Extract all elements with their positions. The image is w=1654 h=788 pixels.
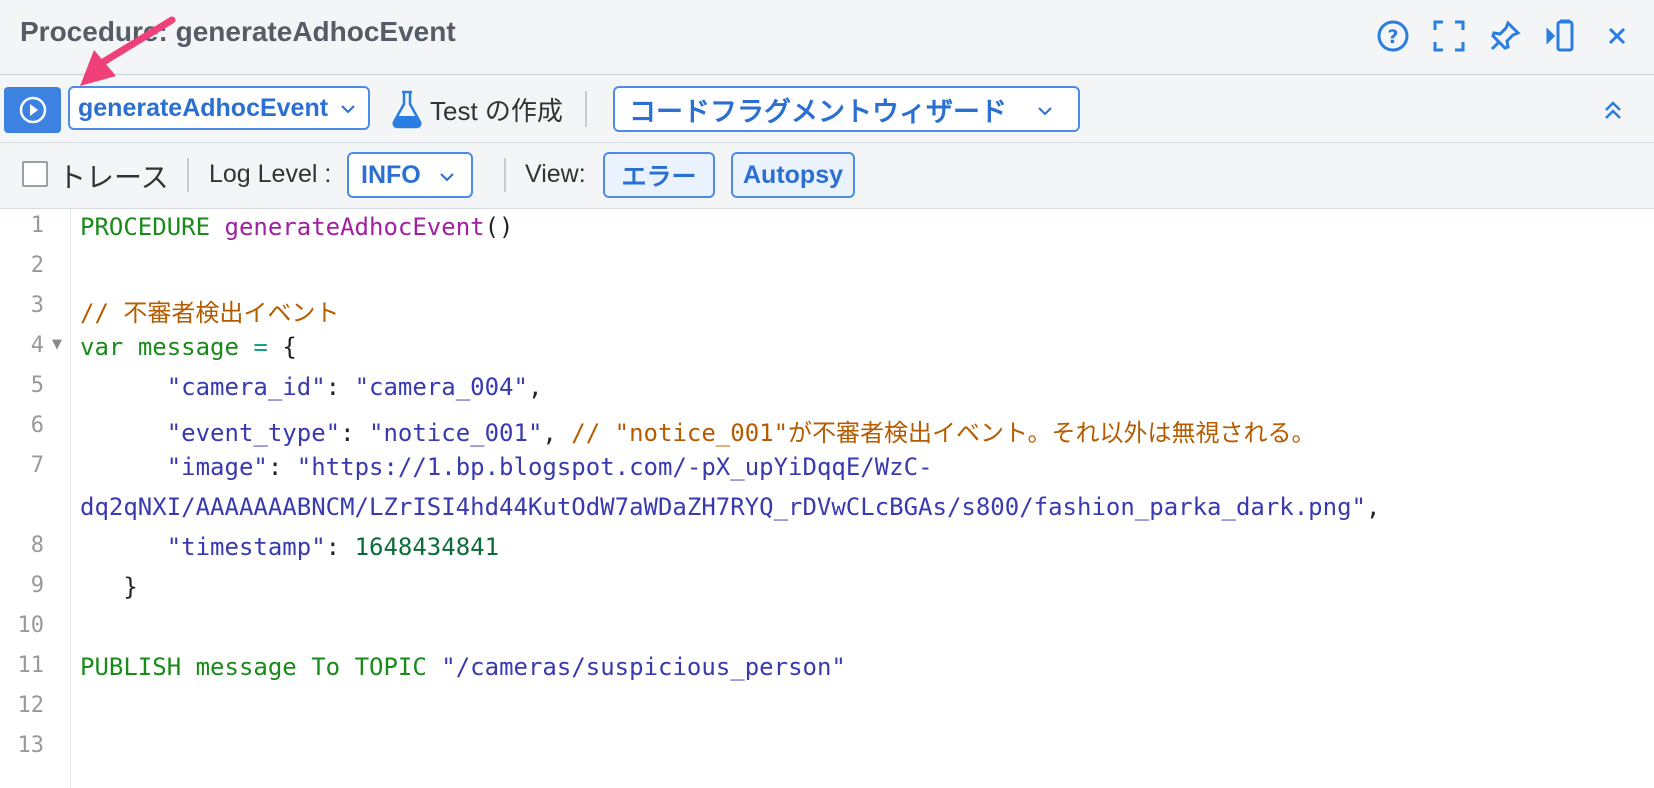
line-number: 2 bbox=[30, 253, 44, 278]
view-label: View: bbox=[525, 160, 586, 188]
code-line: PUBLISH message To TOPIC "/cameras/suspi… bbox=[80, 653, 846, 681]
line-number: 8 bbox=[30, 533, 44, 558]
line-number: 1 bbox=[30, 213, 44, 238]
code-token: "camera_004" bbox=[354, 373, 528, 401]
code-token: PROCEDURE bbox=[80, 213, 211, 241]
log-level-label: Log Level : bbox=[209, 160, 332, 188]
chevron-down-icon bbox=[341, 105, 355, 114]
line-number: 4 bbox=[30, 333, 44, 358]
code-token: "event_type" bbox=[166, 419, 341, 447]
line-number: 7 bbox=[30, 453, 44, 478]
chevron-down-icon bbox=[1038, 107, 1052, 116]
code-token: "image" bbox=[166, 453, 268, 481]
code-token: To bbox=[311, 653, 341, 681]
line-number: 6 bbox=[30, 413, 44, 438]
divider bbox=[585, 91, 587, 127]
svg-text:?: ? bbox=[1387, 26, 1398, 48]
code-token: () bbox=[484, 213, 514, 241]
line-number-gutter: 1 2 3 4 ▼ 5 6 7 8 9 10 11 12 13 bbox=[0, 209, 71, 788]
line-number: 11 bbox=[17, 653, 45, 678]
options-toolbar: トレース Log Level : INFO View: エラー Autopsy bbox=[0, 143, 1654, 209]
code-token: "timestamp" bbox=[166, 533, 326, 561]
line-number: 10 bbox=[17, 613, 45, 638]
code-comment: // "notice_001"が不審者検出イベント。それ以外は無視される。 bbox=[571, 419, 1316, 447]
log-level-value: INFO bbox=[361, 160, 421, 189]
code-token: = bbox=[253, 333, 268, 361]
line-number: 12 bbox=[17, 693, 45, 718]
code-token: message bbox=[195, 653, 297, 681]
code-editor[interactable]: 1 2 3 4 ▼ 5 6 7 8 9 10 11 12 13 PROCEDUR… bbox=[0, 209, 1654, 788]
procedure-select-value: generateAdhocEvent bbox=[78, 93, 329, 122]
divider bbox=[187, 158, 189, 192]
code-line: PROCEDURE generateAdhocEvent() bbox=[80, 213, 514, 241]
code-token: TOPIC bbox=[354, 653, 427, 681]
log-level-select[interactable]: INFO bbox=[347, 152, 473, 198]
collapse-toolbar-button[interactable] bbox=[1602, 99, 1624, 125]
dock-icon[interactable] bbox=[1544, 18, 1578, 54]
fold-toggle-icon[interactable]: ▼ bbox=[52, 337, 62, 352]
collapse-up-icon bbox=[1605, 101, 1621, 119]
fullscreen-icon[interactable] bbox=[1432, 18, 1466, 54]
code-line: // 不審者検出イベント bbox=[80, 293, 339, 328]
flask-icon bbox=[392, 90, 422, 129]
code-token: { bbox=[282, 333, 297, 361]
run-button[interactable] bbox=[4, 87, 61, 133]
line-number: 3 bbox=[30, 293, 44, 318]
close-icon[interactable] bbox=[1600, 18, 1634, 54]
code-line: } bbox=[80, 573, 138, 601]
view-error-button[interactable]: エラー bbox=[603, 152, 715, 198]
wizard-label: コードフラグメントウィザード bbox=[629, 96, 1007, 127]
code-token: "camera_id" bbox=[166, 373, 326, 401]
run-icon bbox=[19, 96, 46, 124]
code-token: dq2qNXI/AAAAAAABNCM/LZrISI4hd44KutOdW7aW… bbox=[80, 493, 1366, 521]
code-token: "https://1.bp.blogspot.com/-pX_upYiDqqE/… bbox=[296, 453, 933, 481]
trace-label: トレース bbox=[58, 162, 169, 193]
code-line: "event_type": "notice_001", // "notice_0… bbox=[166, 419, 1316, 447]
title-actions: ? bbox=[1376, 18, 1634, 54]
code-line: "camera_id": "camera_004", bbox=[166, 373, 543, 401]
divider bbox=[504, 158, 506, 192]
code-token: "notice_001" bbox=[369, 419, 543, 447]
trace-checkbox[interactable] bbox=[22, 161, 48, 187]
code-token: generateAdhocEvent bbox=[224, 213, 485, 241]
title-bar: Procedure: generateAdhocEvent ? bbox=[0, 0, 1654, 75]
pin-icon[interactable] bbox=[1488, 18, 1522, 54]
code-line-wrapped: dq2qNXI/AAAAAAABNCM/LZrISI4hd44KutOdW7aW… bbox=[80, 493, 1381, 521]
code-comment: // 不審者検出イベント bbox=[80, 299, 340, 327]
main-toolbar: generateAdhocEvent Test の作成 コードフラグメントウィザ… bbox=[0, 75, 1654, 143]
code-token: 1648434841 bbox=[354, 533, 500, 561]
chevron-down-icon bbox=[440, 173, 454, 182]
view-autopsy-button[interactable]: Autopsy bbox=[731, 152, 855, 198]
code-fragment-wizard-select[interactable]: コードフラグメントウィザード bbox=[613, 86, 1080, 132]
procedure-select[interactable]: generateAdhocEvent bbox=[68, 86, 370, 130]
code-line: "timestamp": 1648434841 bbox=[166, 533, 500, 561]
annotation-arrow-icon bbox=[80, 16, 176, 86]
create-test-button[interactable]: Test の作成 bbox=[390, 89, 563, 129]
code-line: "image": "https://1.bp.blogspot.com/-pX_… bbox=[166, 453, 933, 481]
code-token: PUBLISH bbox=[80, 653, 182, 681]
line-number: 9 bbox=[30, 573, 44, 598]
code-token: var bbox=[80, 333, 124, 361]
code-token: message bbox=[137, 333, 239, 361]
help-icon[interactable]: ? bbox=[1376, 18, 1410, 54]
code-line: var message = { bbox=[80, 333, 297, 361]
code-token: } bbox=[123, 573, 138, 601]
create-test-label: Test の作成 bbox=[430, 95, 563, 126]
line-number: 5 bbox=[30, 373, 44, 398]
code-token: "/cameras/suspicious_person" bbox=[441, 653, 846, 681]
line-number: 13 bbox=[17, 733, 45, 758]
